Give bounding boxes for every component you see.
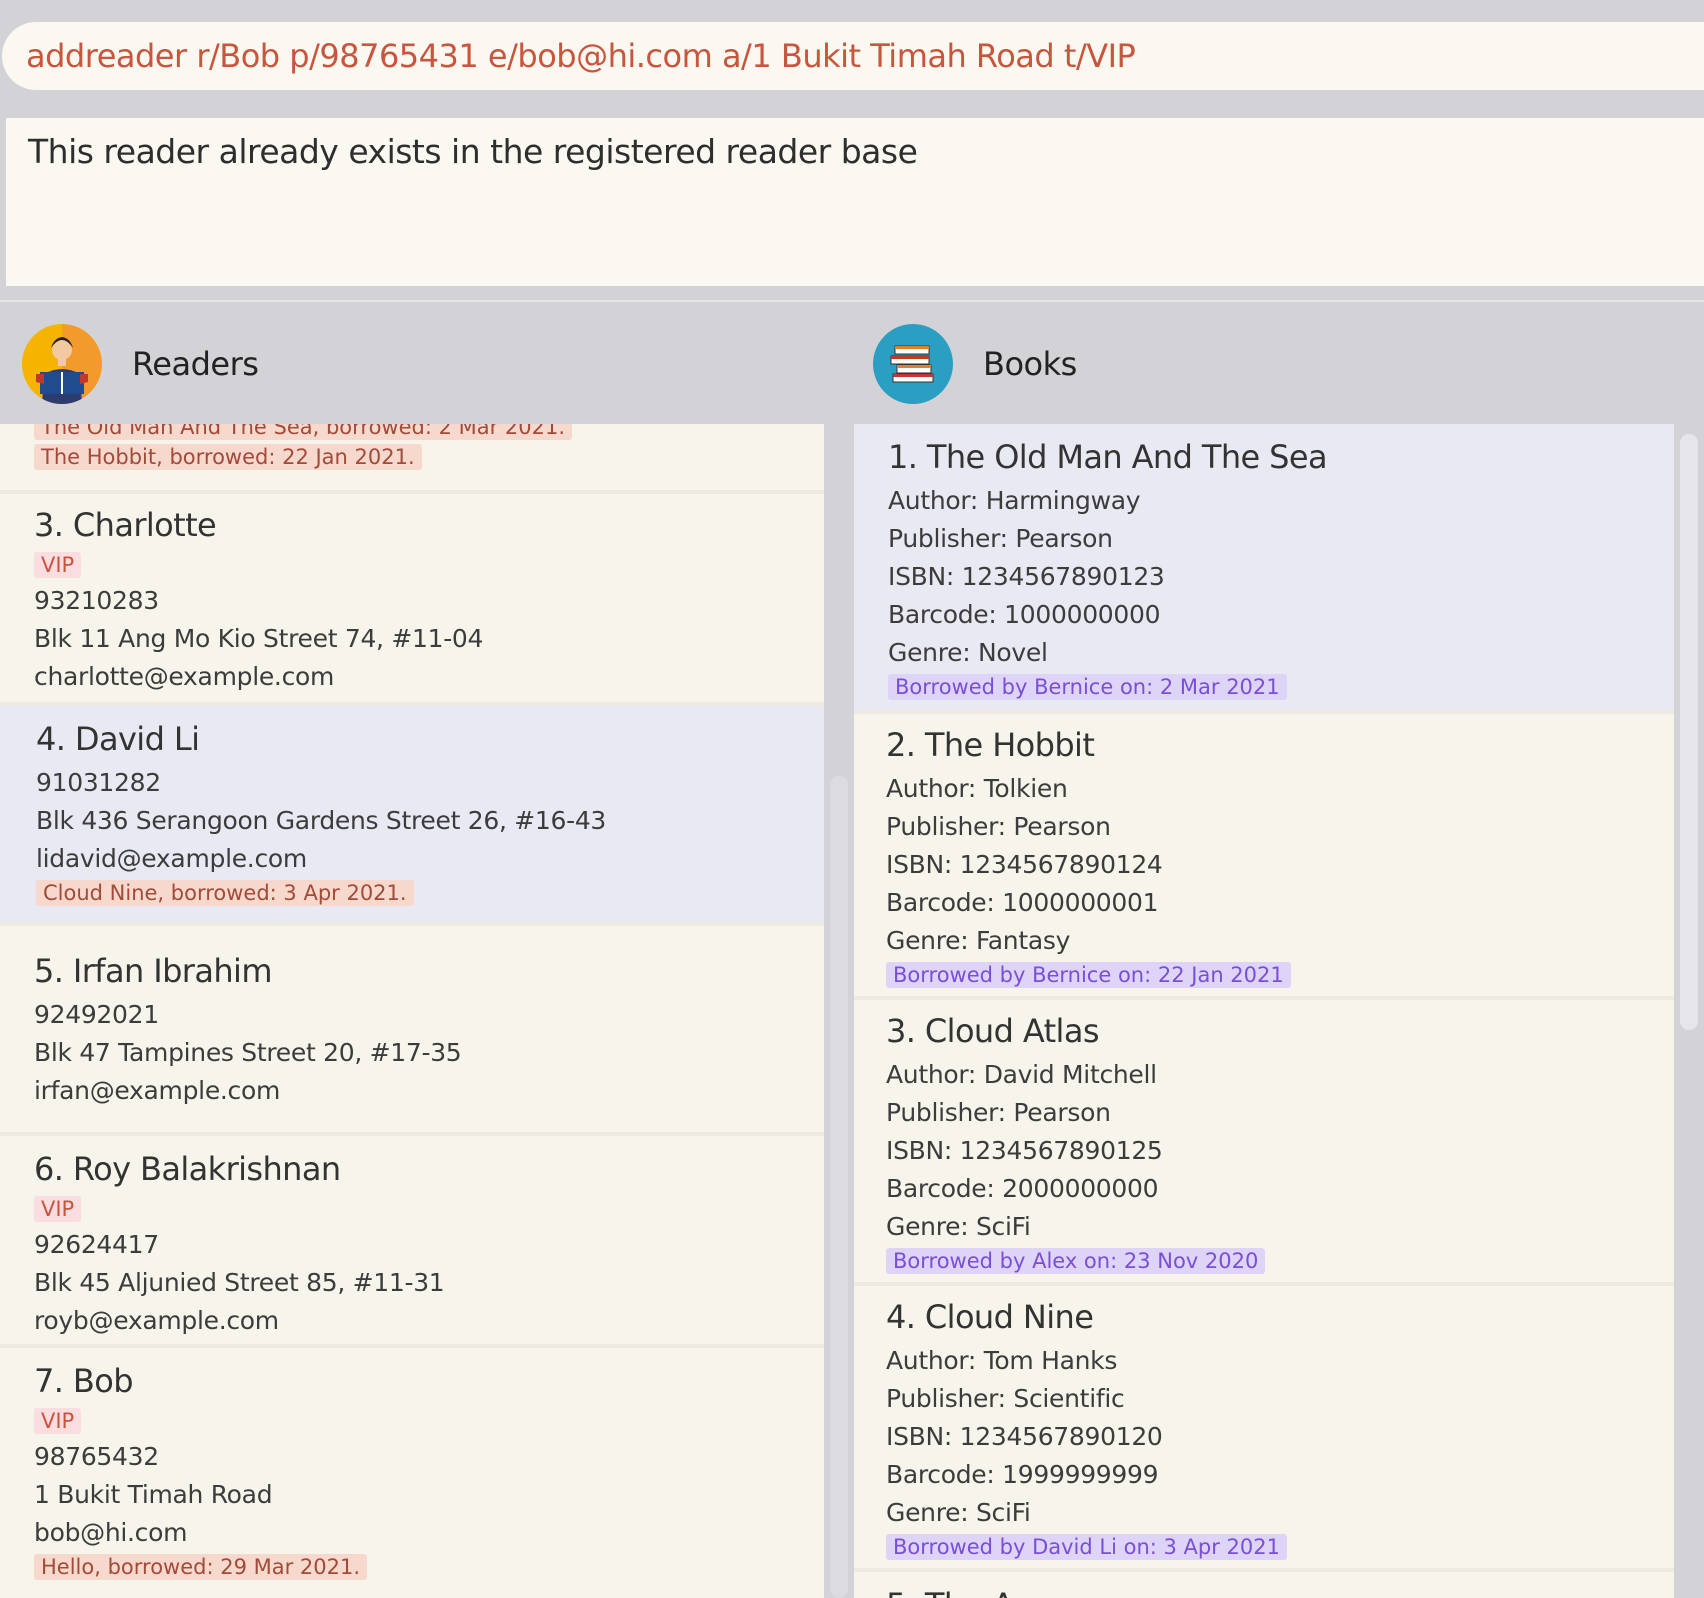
reader-card[interactable]: 5. Irfan Ibrahim 92492021 Blk 47 Tampine… bbox=[0, 926, 824, 1136]
books-header: Books bbox=[873, 322, 1077, 406]
divider bbox=[0, 300, 1704, 302]
book-publisher: Publisher: Pearson bbox=[886, 1098, 1111, 1127]
book-card[interactable]: 2. The Hobbit Author: Tolkien Publisher:… bbox=[854, 714, 1674, 1000]
vip-tag: VIP bbox=[34, 1196, 82, 1222]
command-box[interactable] bbox=[2, 22, 1704, 90]
reader-card[interactable]: 3. Charlotte VIP 93210283 Blk 11 Ang Mo … bbox=[0, 494, 824, 706]
reader-name: 6. Roy Balakrishnan bbox=[34, 1150, 341, 1188]
book-barcode: Barcode: 1999999999 bbox=[886, 1460, 1159, 1489]
book-genre: Genre: SciFi bbox=[886, 1498, 1031, 1527]
reader-phone: 91031282 bbox=[36, 768, 161, 797]
borrowed-tag: Cloud Nine, borrowed: 3 Apr 2021. bbox=[36, 880, 414, 906]
borrowed-by-tag: Borrowed by David Li on: 3 Apr 2021 bbox=[886, 1534, 1287, 1560]
book-author: Author: David Mitchell bbox=[886, 1060, 1157, 1089]
vip-tag: VIP bbox=[34, 1408, 82, 1434]
borrowed-tag: The Hobbit, borrowed: 22 Jan 2021. bbox=[34, 444, 422, 470]
reader-address: Blk 11 Ang Mo Kio Street 74, #11-04 bbox=[34, 624, 484, 653]
reader-email: irfan@example.com bbox=[34, 1076, 281, 1105]
book-title: 4. Cloud Nine bbox=[886, 1298, 1094, 1336]
reader-card[interactable]: 4. David Li 91031282 Blk 436 Serangoon G… bbox=[0, 706, 824, 926]
reader-card-partial[interactable]: The Old Man And The Sea, borrowed: 2 Mar… bbox=[0, 424, 824, 494]
reader-card[interactable]: 7. Bob VIP 98765432 1 Bukit Timah Road b… bbox=[0, 1348, 824, 1598]
reader-card[interactable]: 6. Roy Balakrishnan VIP 92624417 Blk 45 … bbox=[0, 1136, 824, 1348]
book-isbn: ISBN: 1234567890125 bbox=[886, 1136, 1163, 1165]
reader-phone: 98765432 bbox=[34, 1442, 159, 1471]
book-isbn: ISBN: 1234567890120 bbox=[886, 1422, 1163, 1451]
readers-scrollbar[interactable] bbox=[830, 776, 848, 1598]
vip-tag: VIP bbox=[34, 552, 82, 578]
books-title: Books bbox=[983, 345, 1077, 383]
book-title: 1. The Old Man And The Sea bbox=[888, 438, 1328, 476]
book-isbn: ISBN: 1234567890124 bbox=[886, 850, 1163, 879]
reader-email: royb@example.com bbox=[34, 1306, 279, 1335]
book-genre: Genre: Novel bbox=[888, 638, 1048, 667]
reader-address: 1 Bukit Timah Road bbox=[34, 1480, 273, 1509]
book-isbn: ISBN: 1234567890123 bbox=[888, 562, 1165, 591]
books-list[interactable]: 1. The Old Man And The Sea Author: Harmi… bbox=[854, 424, 1674, 1598]
book-genre: Genre: SciFi bbox=[886, 1212, 1031, 1241]
book-card[interactable]: 1. The Old Man And The Sea Author: Harmi… bbox=[854, 424, 1674, 714]
book-title: 5. The A bbox=[886, 1586, 1642, 1598]
borrowed-tag: The Old Man And The Sea, borrowed: 2 Mar… bbox=[34, 424, 573, 440]
readers-title: Readers bbox=[132, 345, 259, 383]
book-barcode: Barcode: 1000000000 bbox=[888, 600, 1161, 629]
book-barcode: Barcode: 1000000001 bbox=[886, 888, 1159, 917]
book-author: Author: Tom Hanks bbox=[886, 1346, 1118, 1375]
readers-list[interactable]: The Old Man And The Sea, borrowed: 2 Mar… bbox=[0, 424, 824, 1598]
book-publisher: Publisher: Scientific bbox=[886, 1384, 1125, 1413]
reader-phone: 92492021 bbox=[34, 1000, 159, 1029]
borrowed-by-tag: Borrowed by Bernice on: 22 Jan 2021 bbox=[886, 962, 1291, 988]
books-scrollbar[interactable] bbox=[1680, 434, 1698, 1030]
book-author: Author: Harmingway bbox=[888, 486, 1141, 515]
reader-avatar-icon bbox=[22, 324, 102, 404]
reader-address: Blk 45 Aljunied Street 85, #11-31 bbox=[34, 1268, 445, 1297]
book-card[interactable]: 4. Cloud Nine Author: Tom Hanks Publishe… bbox=[854, 1286, 1674, 1572]
book-author: Author: Tolkien bbox=[886, 774, 1068, 803]
books-stack-icon bbox=[873, 324, 953, 404]
book-publisher: Publisher: Pearson bbox=[888, 524, 1113, 553]
result-message: This reader already exists in the regist… bbox=[28, 132, 918, 171]
book-genre: Genre: Fantasy bbox=[886, 926, 1071, 955]
result-display: This reader already exists in the regist… bbox=[6, 118, 1704, 286]
reader-name: 3. Charlotte bbox=[34, 506, 217, 544]
readers-header: Readers bbox=[22, 322, 259, 406]
reader-phone: 93210283 bbox=[34, 586, 159, 615]
reader-email: lidavid@example.com bbox=[36, 844, 307, 873]
reader-phone: 92624417 bbox=[34, 1230, 159, 1259]
borrowed-by-tag: Borrowed by Bernice on: 2 Mar 2021 bbox=[888, 674, 1287, 700]
book-barcode: Barcode: 2000000000 bbox=[886, 1174, 1159, 1203]
reader-address: Blk 436 Serangoon Gardens Street 26, #16… bbox=[36, 806, 607, 835]
reader-name: 5. Irfan Ibrahim bbox=[34, 952, 272, 990]
borrowed-by-tag: Borrowed by Alex on: 23 Nov 2020 bbox=[886, 1248, 1266, 1274]
book-title: 3. Cloud Atlas bbox=[886, 1012, 1100, 1050]
command-input[interactable] bbox=[26, 37, 1680, 75]
reader-name: 4. David Li bbox=[36, 720, 200, 758]
book-publisher: Publisher: Pearson bbox=[886, 812, 1111, 841]
book-title: 2. The Hobbit bbox=[886, 726, 1095, 764]
reader-address: Blk 47 Tampines Street 20, #17-35 bbox=[34, 1038, 462, 1067]
reader-email: bob@hi.com bbox=[34, 1518, 188, 1547]
book-card-partial[interactable]: 5. The A bbox=[854, 1572, 1674, 1598]
book-card[interactable]: 3. Cloud Atlas Author: David Mitchell Pu… bbox=[854, 1000, 1674, 1286]
reader-name: 7. Bob bbox=[34, 1362, 134, 1400]
reader-email: charlotte@example.com bbox=[34, 662, 335, 691]
borrowed-tag: Hello, borrowed: 29 Mar 2021. bbox=[34, 1554, 368, 1580]
